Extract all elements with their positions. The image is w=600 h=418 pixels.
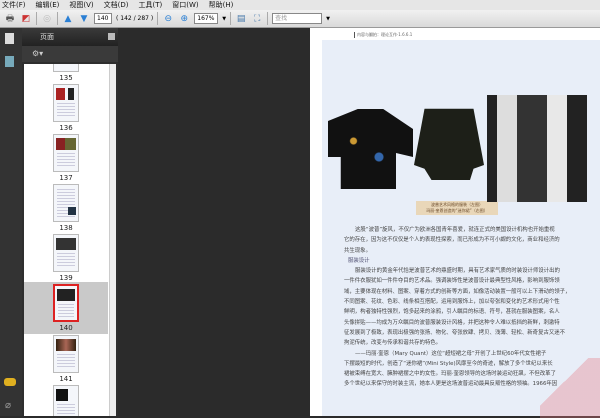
menu-file[interactable]: 文件(F) bbox=[2, 0, 26, 10]
page-count: ( 142 / 287 ) bbox=[116, 15, 154, 22]
comments-icon[interactable] bbox=[4, 378, 16, 386]
thumbnail-139[interactable]: 139 bbox=[24, 234, 108, 282]
separator bbox=[267, 12, 269, 25]
separator bbox=[57, 12, 58, 25]
bookmarks-icon[interactable] bbox=[5, 56, 14, 67]
panel-header: 页面 bbox=[22, 28, 118, 46]
panel-title: 页面 bbox=[40, 33, 54, 41]
fit-page-icon[interactable]: ▤ bbox=[235, 13, 247, 25]
print-icon[interactable]: 🖶 bbox=[4, 13, 16, 25]
zoom-out-button[interactable]: ⊖ bbox=[162, 13, 174, 25]
toolbar: 🖶 ◩ ◎ ▲ ▼ 140 ( 142 / 287 ) ⊖ ⊕ 167% ▼ ▤… bbox=[0, 10, 600, 28]
cardigan-photo bbox=[328, 109, 413, 189]
photo-caption: 波普艺术风格的服装（左图） 玛丽·奎恩创造的“迷你裙”（右图） bbox=[416, 201, 498, 215]
chevron-down-icon[interactable]: ▼ bbox=[326, 16, 330, 22]
photo-collage: 波普艺术风格的服装（左图） 玛丽·奎恩创造的“迷你裙”（右图） bbox=[322, 95, 592, 215]
menu-view[interactable]: 视图(V) bbox=[69, 0, 93, 10]
thumbnail-142[interactable] bbox=[24, 385, 108, 416]
menu-window[interactable]: 窗口(W) bbox=[172, 0, 198, 10]
pages-icon[interactable] bbox=[5, 33, 14, 44]
menu-bar: 文件(F) 编辑(E) 视图(V) 文档(D) 工具(T) 窗口(W) 帮助(H… bbox=[0, 0, 600, 10]
page-number-input[interactable]: 140 bbox=[94, 13, 112, 24]
separator bbox=[157, 12, 159, 25]
previous-page-button[interactable]: ▲ bbox=[62, 13, 74, 25]
watermark-graphic bbox=[540, 358, 600, 418]
options-button[interactable]: ⚙▾ bbox=[22, 46, 118, 62]
menu-help[interactable]: 帮助(H) bbox=[209, 0, 234, 10]
thumbnail-138[interactable]: 138 bbox=[24, 184, 108, 232]
thumbnail-scrollbar[interactable] bbox=[109, 64, 116, 416]
pages-panel: 页面 ⚙▾ 135 136 137 138 139 140 141 bbox=[22, 28, 118, 416]
mini-skirt-photo bbox=[487, 95, 587, 202]
thumbnail-137[interactable]: 137 bbox=[24, 134, 108, 182]
create-pdf-icon[interactable]: ◩ bbox=[20, 13, 32, 25]
zoom-select[interactable]: 167% bbox=[194, 13, 219, 24]
search-input[interactable]: 查找 bbox=[272, 13, 323, 24]
menu-document[interactable]: 文档(D) bbox=[104, 0, 129, 10]
thumbnail-140[interactable]: 140 bbox=[24, 282, 108, 334]
next-page-button[interactable]: ▼ bbox=[78, 13, 90, 25]
jacket-photo bbox=[414, 108, 484, 180]
thumbnail-136[interactable]: 136 bbox=[24, 84, 108, 132]
section-heading: 服装设计 bbox=[348, 257, 370, 264]
thumbnail-135[interactable]: 135 bbox=[24, 64, 108, 82]
separator bbox=[230, 12, 232, 25]
document-page: 内容与翻拍：理论互作·1.6.6.1 波普艺术风格的服装（左图） 玛丽·奎恩创造… bbox=[310, 28, 600, 418]
navigation-icon-column: ⌀ bbox=[0, 28, 22, 416]
menu-edit[interactable]: 编辑(E) bbox=[36, 0, 60, 10]
thumbnail-list: 135 136 137 138 139 140 141 bbox=[24, 64, 116, 416]
zoom-in-button[interactable]: ⊕ bbox=[178, 13, 190, 25]
full-screen-icon[interactable]: ⛶ bbox=[251, 13, 263, 25]
attachment-icon[interactable]: ⌀ bbox=[5, 400, 11, 411]
collaborate-icon[interactable]: ◎ bbox=[41, 13, 53, 25]
thumbnail-141[interactable]: 141 bbox=[24, 335, 108, 383]
separator bbox=[36, 12, 37, 25]
running-head: 内容与翻拍：理论互作·1.6.6.1 bbox=[354, 32, 412, 38]
chevron-down-icon[interactable]: ▼ bbox=[222, 16, 226, 22]
menu-tools[interactable]: 工具(T) bbox=[139, 0, 163, 10]
panel-menu-button[interactable] bbox=[108, 33, 115, 40]
